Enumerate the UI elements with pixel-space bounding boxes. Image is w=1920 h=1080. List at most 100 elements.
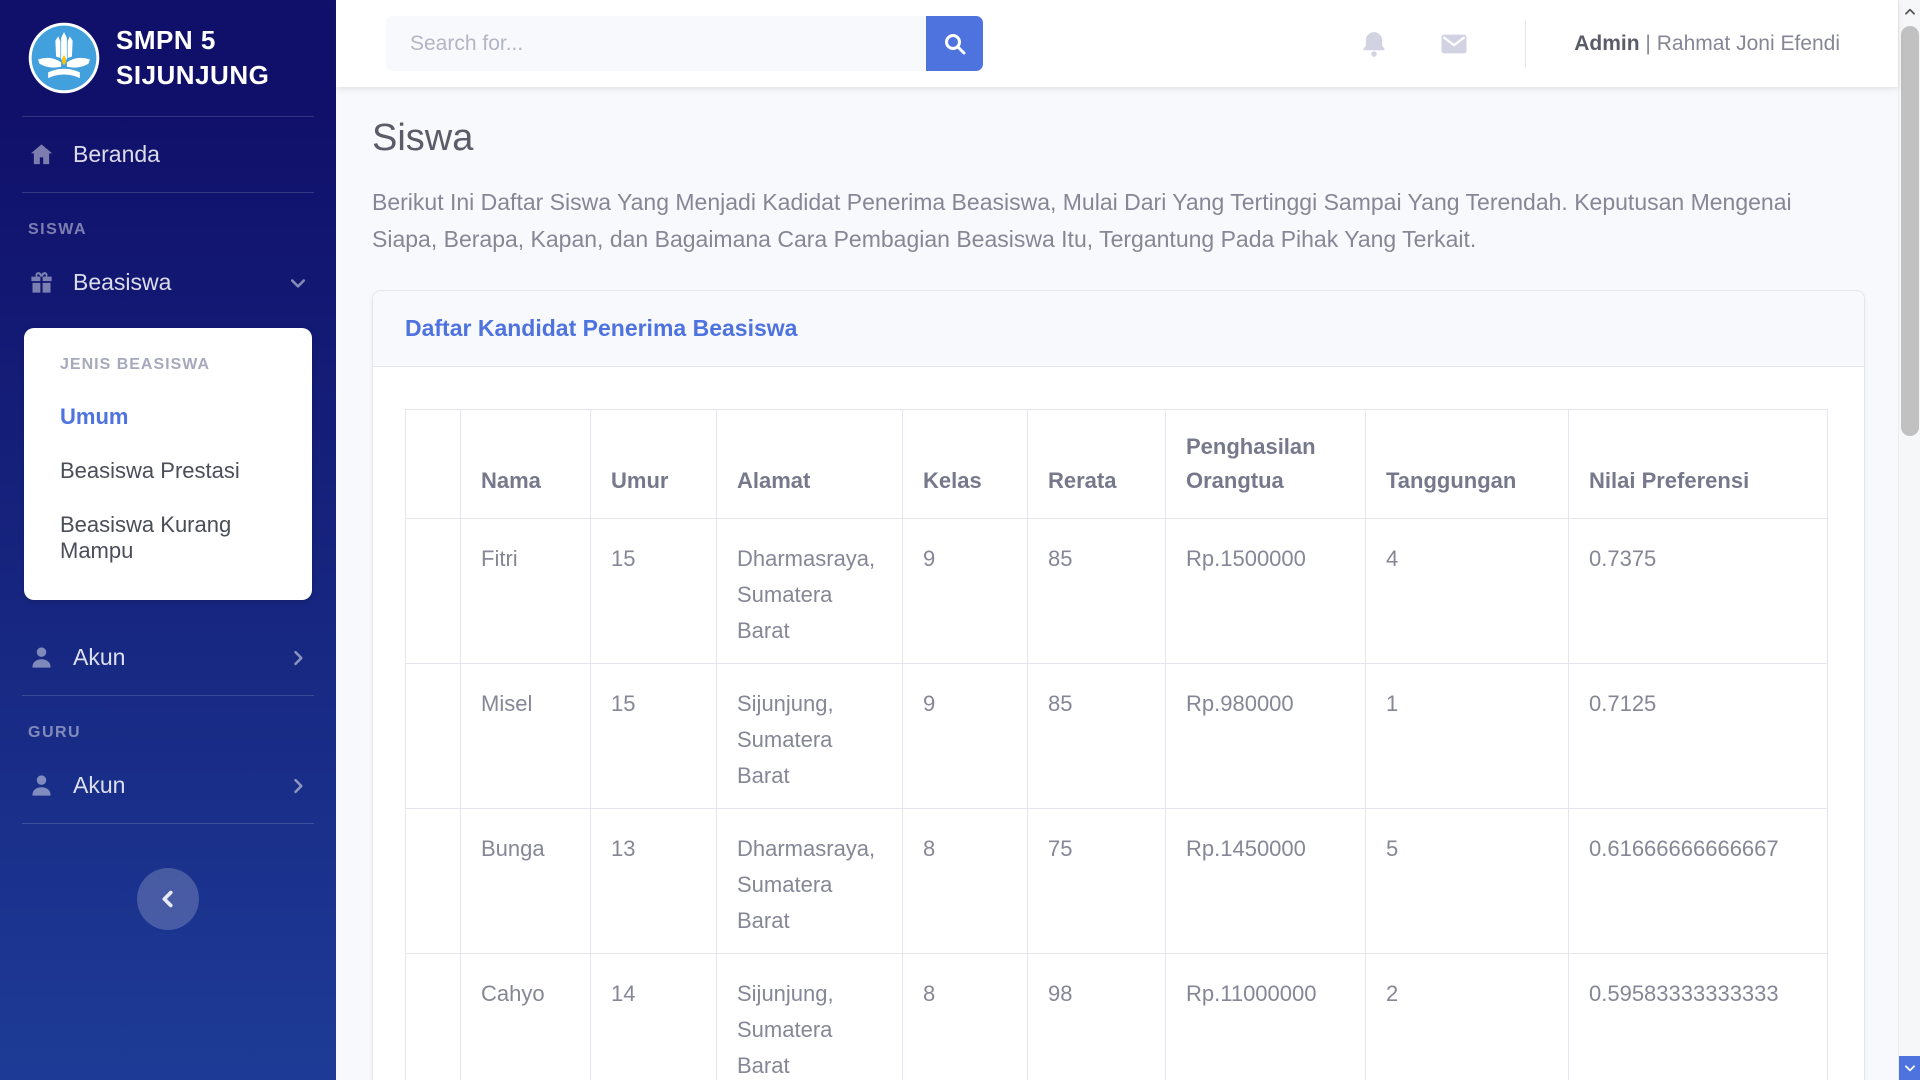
card-header: Daftar Kandidat Penerima Beasiswa <box>373 291 1864 367</box>
table-cell: Rp.1450000 <box>1166 809 1366 954</box>
user-icon <box>28 772 55 799</box>
table-cell: 14 <box>591 954 717 1080</box>
table-cell: Sijunjung, Sumatera Barat <box>717 954 903 1080</box>
user-name: Rahmat Joni Efendi <box>1657 32 1840 55</box>
chevron-left-icon <box>157 888 179 910</box>
sidebar-item-label: Akun <box>73 772 125 799</box>
chevron-down-icon <box>288 273 308 293</box>
table-cell: 0.61666666666667 <box>1569 809 1828 954</box>
chevron-right-icon <box>288 648 308 668</box>
search-input[interactable] <box>386 16 926 71</box>
table-cell <box>406 809 461 954</box>
table-cell: 15 <box>591 664 717 809</box>
table-cell: Sijunjung, Sumatera Barat <box>717 664 903 809</box>
scroll-up-button[interactable] <box>1899 0 1920 24</box>
school-logo-icon <box>28 22 100 94</box>
table-cell: 9 <box>903 519 1028 664</box>
sidebar-item-beranda[interactable]: Beranda <box>0 117 336 192</box>
table-cell: 13 <box>591 809 717 954</box>
sidebar-item-label: Akun <box>73 644 125 671</box>
table-cell: 4 <box>1366 519 1569 664</box>
table-cell <box>406 664 461 809</box>
search-button[interactable] <box>926 16 983 71</box>
search-form <box>386 16 983 71</box>
table-row: Fitri15Dharmasraya, Sumatera Barat985Rp.… <box>406 519 1828 664</box>
window-scrollbar[interactable] <box>1898 0 1920 1080</box>
home-icon <box>28 141 55 168</box>
sidebar-brand[interactable]: SMPN 5 SIJUNJUNG <box>0 0 336 116</box>
card-body: NamaUmurAlamatKelasRerataPenghasilan Ora… <box>373 367 1864 1080</box>
column-header: Penghasilan Orangtua <box>1166 410 1366 519</box>
candidates-table: NamaUmurAlamatKelasRerataPenghasilan Ora… <box>405 409 1828 1080</box>
table-cell: 0.7375 <box>1569 519 1828 664</box>
table-cell: 75 <box>1028 809 1166 954</box>
page-content: Siswa Berikut Ini Daftar Siswa Yang Menj… <box>336 87 1898 1080</box>
table-cell <box>406 954 461 1080</box>
table-cell: Rp.1500000 <box>1166 519 1366 664</box>
table-cell: 0.59583333333333 <box>1569 954 1828 1080</box>
table-cell: 15 <box>591 519 717 664</box>
user-icon <box>28 644 55 671</box>
brand-title: SMPN 5 SIJUNJUNG <box>116 23 269 93</box>
user-role: Admin <box>1574 32 1639 55</box>
topbar-divider <box>1525 21 1526 67</box>
sidebar-item-akun-guru[interactable]: Akun <box>0 748 336 823</box>
table-cell: 5 <box>1366 809 1569 954</box>
chevron-down-icon <box>1903 1061 1917 1075</box>
bell-icon[interactable] <box>1359 29 1389 59</box>
table-cell: 98 <box>1028 954 1166 1080</box>
sidebar-item-label: Beranda <box>73 141 160 168</box>
table-cell: Dharmasraya, Sumatera Barat <box>717 519 903 664</box>
sidebar: SMPN 5 SIJUNJUNG Beranda SISWA Beasiswa … <box>0 0 336 1080</box>
gift-icon <box>28 269 55 296</box>
sidebar-item-label: Beasiswa <box>73 269 171 296</box>
table-row: Cahyo14Sijunjung, Sumatera Barat898Rp.11… <box>406 954 1828 1080</box>
topbar: Admin | Rahmat Joni Efendi <box>336 0 1898 87</box>
user-menu[interactable]: Admin | Rahmat Joni Efendi <box>1574 32 1840 56</box>
column-header: Kelas <box>903 410 1028 519</box>
sidebar-collapse-button[interactable] <box>137 868 199 930</box>
beasiswa-submenu: JENIS BEASISWA Umum Beasiswa Prestasi Be… <box>24 328 312 600</box>
column-header: Nilai Preferensi <box>1569 410 1828 519</box>
submenu-item-umum[interactable]: Umum <box>24 390 312 444</box>
table-cell: 85 <box>1028 664 1166 809</box>
scrollbar-thumb[interactable] <box>1901 26 1919 436</box>
scroll-down-button[interactable] <box>1899 1056 1920 1080</box>
table-row: Misel15Sijunjung, Sumatera Barat985Rp.98… <box>406 664 1828 809</box>
column-header: Nama <box>461 410 591 519</box>
column-header: Umur <box>591 410 717 519</box>
sidebar-section-siswa: SISWA <box>0 193 336 245</box>
table-cell: Cahyo <box>461 954 591 1080</box>
table-cell: 85 <box>1028 519 1166 664</box>
submenu-item-beasiswa-prestasi[interactable]: Beasiswa Prestasi <box>24 444 312 498</box>
column-header: Tanggungan <box>1366 410 1569 519</box>
table-cell: Fitri <box>461 519 591 664</box>
table-cell <box>406 519 461 664</box>
table-cell: Dharmasraya, Sumatera Barat <box>717 809 903 954</box>
table-row: Bunga13Dharmasraya, Sumatera Barat875Rp.… <box>406 809 1828 954</box>
sidebar-section-guru: GURU <box>0 696 336 748</box>
chevron-up-icon <box>1903 5 1917 19</box>
page-title: Siswa <box>372 117 1865 160</box>
table-cell: Rp.11000000 <box>1166 954 1366 1080</box>
column-header: Rerata <box>1028 410 1166 519</box>
table-cell: 9 <box>903 664 1028 809</box>
submenu-item-beasiswa-kurang-mampu[interactable]: Beasiswa Kurang Mampu <box>24 498 312 578</box>
table-cell: Bunga <box>461 809 591 954</box>
table-cell: 0.7125 <box>1569 664 1828 809</box>
table-cell: Misel <box>461 664 591 809</box>
table-cell: 8 <box>903 954 1028 1080</box>
sidebar-item-beasiswa[interactable]: Beasiswa <box>0 245 336 320</box>
column-header <box>406 410 461 519</box>
main-area: Admin | Rahmat Joni Efendi Siswa Berikut… <box>336 0 1898 1080</box>
card-title: Daftar Kandidat Penerima Beasiswa <box>405 315 797 341</box>
table-cell: 2 <box>1366 954 1569 1080</box>
candidates-card: Daftar Kandidat Penerima Beasiswa NamaUm… <box>372 290 1865 1080</box>
submenu-heading: JENIS BEASISWA <box>24 356 312 390</box>
topbar-right: Admin | Rahmat Joni Efendi <box>1359 21 1840 67</box>
envelope-icon[interactable] <box>1439 29 1469 59</box>
sidebar-item-akun-siswa[interactable]: Akun <box>0 620 336 695</box>
table-cell: 8 <box>903 809 1028 954</box>
sidebar-divider <box>22 823 314 824</box>
search-icon <box>943 32 967 56</box>
